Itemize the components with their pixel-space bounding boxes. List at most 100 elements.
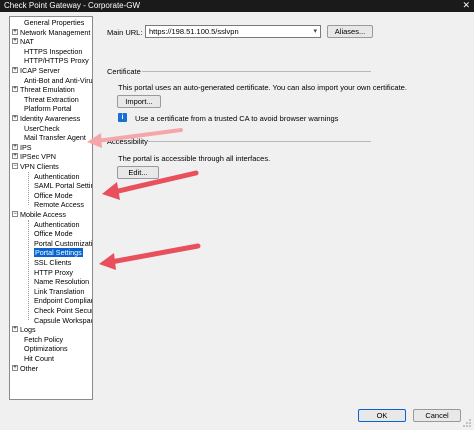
tree-item-label: Other <box>20 363 38 373</box>
tree-item-label: SSL Clients <box>34 258 72 267</box>
expand-icon[interactable]: + <box>12 28 18 35</box>
tree-item[interactable]: Authentication <box>34 220 80 230</box>
tree-item[interactable]: + Identity Awareness <box>12 114 80 124</box>
resize-grip-icon[interactable] <box>463 419 471 427</box>
tree-item[interactable]: + IPSec VPN <box>12 152 56 162</box>
tree-item[interactable]: Portal Customizatio <box>34 238 93 249</box>
tree-item[interactable]: HTTP Proxy <box>34 268 73 278</box>
import-button[interactable]: Import... <box>117 95 161 108</box>
expand-icon[interactable]: + <box>12 326 18 333</box>
tree-item[interactable]: UserCheck <box>12 124 60 134</box>
tree-item[interactable]: Fetch Policy <box>12 335 63 345</box>
tree-item-label: Threat Extraction <box>24 94 79 104</box>
tree-item-label: Mail Transfer Agent <box>24 133 86 143</box>
tree-item-label: Mobile Access <box>20 210 66 219</box>
tree-item-label: IPSec VPN <box>20 152 56 162</box>
expand-icon[interactable]: + <box>12 364 18 371</box>
tree-item-label: SAML Portal Settin <box>34 181 93 191</box>
collapse-icon[interactable]: − <box>12 163 18 170</box>
cancel-button[interactable]: Cancel <box>413 409 461 422</box>
tree-item[interactable]: SSL Clients <box>34 258 71 268</box>
expand-icon[interactable]: + <box>12 143 18 150</box>
close-icon[interactable]: ✕ <box>462 0 470 11</box>
tree-item-label: HTTP/HTTPS Proxy <box>24 56 89 66</box>
tree-item-label: Platform Portal <box>24 104 72 114</box>
tree-item-label: Capsule Workspac <box>34 315 93 325</box>
title-bar: Check Point Gateway - Corporate-GW ✕ <box>0 0 474 12</box>
tree-item-label: Fetch Policy <box>24 334 64 344</box>
certificate-divider <box>142 71 371 72</box>
tree-item[interactable]: Office Mode <box>34 229 73 239</box>
tree-item-label: Endpoint Complian <box>34 296 93 306</box>
tree-item-label: VPN Clients <box>20 162 59 171</box>
tree-item-label: Anti-Bot and Anti-Virus <box>24 75 93 85</box>
tree-item-label: Identity Awareness <box>20 114 81 123</box>
tree-guide-line <box>28 219 29 321</box>
navigation-tree[interactable]: General Properties + Network Management + NA… <box>9 16 93 400</box>
annotation-arrow-portal-settings <box>99 243 201 270</box>
certificate-description: This portal uses an auto-generated certi… <box>118 83 407 92</box>
tree-item[interactable]: Authentication <box>34 172 80 182</box>
edit-button[interactable]: Edit... <box>117 166 159 179</box>
expand-icon[interactable]: + <box>12 153 18 160</box>
tree-item[interactable]: + NAT <box>12 37 34 47</box>
tree-item[interactable]: HTTP/HTTPS Proxy <box>12 56 89 66</box>
chevron-down-icon[interactable]: ▾ <box>313 26 317 37</box>
collapse-icon[interactable]: − <box>12 211 18 218</box>
tree-item-label: HTTPS Inspection <box>24 46 83 56</box>
tree-item[interactable]: HTTPS Inspection <box>12 47 82 57</box>
tree-item-label: Threat Emulation <box>20 85 75 95</box>
tree-item[interactable]: Optimizations <box>12 344 68 354</box>
main-url-value: https://198.51.100.5/sslvpn <box>149 27 239 36</box>
expand-icon[interactable]: + <box>12 67 18 74</box>
accessibility-divider <box>146 141 371 142</box>
tree-item-label: Authentication <box>34 171 80 181</box>
tree-item[interactable]: Remote Access <box>34 200 84 210</box>
tree-item[interactable]: + ICAP Server <box>12 66 60 76</box>
tree-item-label: General Properties <box>24 18 85 27</box>
tree-item[interactable]: Capsule Workspac <box>34 315 93 326</box>
tree-item[interactable]: Office Mode <box>34 191 73 201</box>
tree-item[interactable]: + Network Management <box>12 28 90 38</box>
tree-item[interactable]: Link Translation <box>34 287 84 297</box>
tree-item[interactable]: Portal Settings <box>34 248 83 258</box>
aliases-button[interactable]: Aliases... <box>327 25 373 38</box>
tree-item[interactable]: General Properties <box>12 18 84 28</box>
tree-item[interactable]: Platform Portal <box>12 104 72 114</box>
tree-item[interactable]: Anti-Bot and Anti-Virus <box>12 75 93 86</box>
certificate-heading: Certificate <box>107 67 141 76</box>
tree-item[interactable]: + Other <box>12 364 38 374</box>
tree-item-label: Portal Settings <box>34 248 83 258</box>
expand-icon[interactable]: + <box>12 38 18 45</box>
tree-item[interactable]: Hit Count <box>12 354 54 364</box>
tree-item[interactable]: Endpoint Complian <box>34 296 93 306</box>
tree-item-label: Network Management <box>20 27 91 37</box>
tree-item-label: Portal Customizatio <box>34 238 93 248</box>
tree-item-label: Logs <box>20 325 36 335</box>
ok-button[interactable]: OK <box>358 409 406 422</box>
certificate-info-text: Use a certificate from a trusted CA to a… <box>135 114 339 123</box>
tree-item[interactable]: Threat Extraction <box>12 95 79 105</box>
tree-item[interactable]: Check Point Secur <box>34 306 92 316</box>
tree-item[interactable]: Mail Transfer Agent <box>12 133 86 143</box>
tree-item[interactable]: − VPN Clients <box>12 162 59 172</box>
tree-item-label: Authentication <box>34 219 80 229</box>
tree-item-label: Remote Access <box>34 200 84 210</box>
tree-item-label: Optimizations <box>24 344 68 354</box>
main-url-combo[interactable]: https://198.51.100.5/sslvpn ▾ <box>145 25 321 38</box>
tree-item[interactable]: SAML Portal Settin <box>34 181 93 191</box>
tree-item[interactable]: − Mobile Access <box>12 210 66 220</box>
expand-icon[interactable]: + <box>12 86 18 93</box>
accessibility-heading: Accessibility <box>107 137 148 146</box>
tree-item-label: HTTP Proxy <box>34 267 74 277</box>
tree-item[interactable]: + Logs <box>12 325 36 335</box>
tree-item-label: Hit Count <box>24 354 54 363</box>
expand-icon[interactable]: + <box>12 115 18 122</box>
tree-item[interactable]: Name Resolution <box>34 277 89 287</box>
tree-guide-line <box>28 171 29 206</box>
tree-item[interactable]: + Threat Emulation <box>12 85 75 95</box>
main-url-label: Main URL: <box>107 28 143 37</box>
tree-item[interactable]: + IPS <box>12 143 32 153</box>
tree-item-label: Office Mode <box>34 190 73 200</box>
tree-item-label: Link Translation <box>34 286 85 296</box>
